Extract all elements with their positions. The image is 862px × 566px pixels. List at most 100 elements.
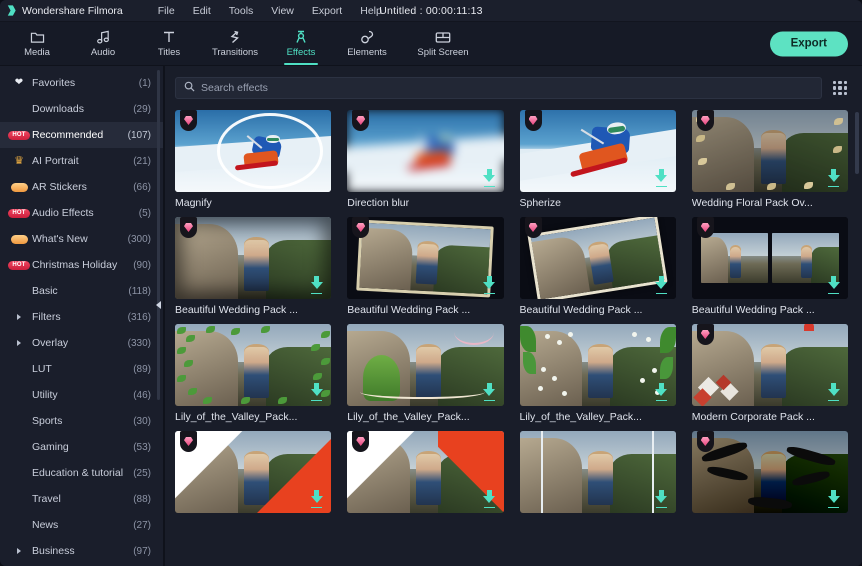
sidebar-item-ar-stickers[interactable]: AR Stickers (66) bbox=[0, 174, 163, 200]
tab-audio[interactable]: Audio bbox=[70, 23, 136, 65]
effect-thumbnail[interactable] bbox=[175, 110, 332, 192]
effects-grid: Magnify Direction blur Spherize Wedding … bbox=[175, 110, 848, 526]
sidebar-item-whats-new[interactable]: What's New (300) bbox=[0, 226, 163, 252]
effect-card[interactable]: Lily_of_the_Valley_Pack... bbox=[175, 324, 332, 431]
effect-thumbnail[interactable] bbox=[347, 217, 504, 299]
effect-card[interactable]: Magnify bbox=[175, 110, 332, 217]
effect-card[interactable]: Direction blur bbox=[347, 110, 504, 217]
effect-card[interactable]: Beautiful Wedding Pack ... bbox=[691, 217, 848, 324]
menu-item-file[interactable]: File bbox=[149, 5, 184, 17]
download-icon[interactable] bbox=[483, 169, 496, 187]
sidebar-item-ai-portrait[interactable]: ♛ AI Portrait (21) bbox=[0, 148, 163, 174]
effect-card[interactable] bbox=[691, 431, 848, 526]
sidebar-label: Christmas Holiday bbox=[32, 259, 118, 271]
effect-card[interactable]: Beautiful Wedding Pack ... bbox=[175, 217, 332, 324]
download-icon[interactable] bbox=[310, 383, 323, 401]
main-toolbar: Media Audio Titles Transitions Effects E… bbox=[0, 22, 862, 66]
sidebar-item-basic[interactable]: Basic (118) bbox=[0, 278, 163, 304]
sidebar-item-education-tutorial[interactable]: Education & tutorial (25) bbox=[0, 460, 163, 486]
sidebar-item-gaming[interactable]: Gaming (53) bbox=[0, 434, 163, 460]
download-icon[interactable] bbox=[655, 276, 668, 294]
menu-item-edit[interactable]: Edit bbox=[184, 5, 220, 17]
sidebar-item-sports[interactable]: Sports (30) bbox=[0, 408, 163, 434]
sidebar-item-overlay[interactable]: Overlay (330) bbox=[0, 330, 163, 356]
chevron-right-icon[interactable] bbox=[6, 548, 32, 554]
music-note-icon bbox=[96, 29, 111, 45]
export-button[interactable]: Export bbox=[769, 31, 848, 56]
effect-thumbnail[interactable] bbox=[691, 324, 848, 406]
effect-thumbnail[interactable] bbox=[175, 431, 332, 513]
tab-media[interactable]: Media bbox=[4, 23, 70, 65]
search-input[interactable] bbox=[201, 82, 813, 94]
effect-card[interactable]: Beautiful Wedding Pack ... bbox=[347, 217, 504, 324]
effect-card[interactable]: Modern Corporate Pack ... bbox=[691, 324, 848, 431]
effect-thumbnail[interactable] bbox=[519, 217, 676, 299]
sidebar-item-favorites[interactable]: ❤ Favorites (1) bbox=[0, 70, 163, 96]
sidebar-item-utility[interactable]: Utility (46) bbox=[0, 382, 163, 408]
effect-thumbnail[interactable] bbox=[347, 431, 504, 513]
effect-thumbnail[interactable] bbox=[519, 110, 676, 192]
effect-thumbnail[interactable] bbox=[691, 110, 848, 192]
download-icon[interactable] bbox=[483, 383, 496, 401]
download-icon[interactable] bbox=[827, 383, 840, 401]
effect-thumbnail[interactable] bbox=[347, 324, 504, 406]
effects-scrollbar[interactable] bbox=[855, 112, 859, 174]
download-icon[interactable] bbox=[655, 490, 668, 508]
tab-elements[interactable]: Elements bbox=[334, 23, 400, 65]
download-icon[interactable] bbox=[310, 276, 323, 294]
sidebar-label: AI Portrait bbox=[32, 155, 79, 167]
effect-thumbnail[interactable] bbox=[691, 431, 848, 513]
menu-item-view[interactable]: View bbox=[262, 5, 303, 17]
effect-thumbnail[interactable] bbox=[175, 324, 332, 406]
effect-card[interactable] bbox=[175, 431, 332, 526]
chevron-right-icon[interactable] bbox=[6, 314, 32, 320]
sidebar-item-recommended[interactable]: HOT Recommended (107) bbox=[0, 122, 163, 148]
sidebar-collapse-button[interactable] bbox=[154, 291, 163, 319]
grid-view-toggle-icon[interactable] bbox=[832, 80, 848, 96]
tab-transitions-label: Transitions bbox=[211, 47, 259, 58]
sidebar-item-lut[interactable]: LUT (89) bbox=[0, 356, 163, 382]
effect-thumbnail[interactable] bbox=[691, 217, 848, 299]
effect-card[interactable]: Spherize bbox=[519, 110, 676, 217]
download-icon[interactable] bbox=[655, 169, 668, 187]
menu-item-export[interactable]: Export bbox=[303, 5, 351, 17]
tab-split-screen[interactable]: Split Screen bbox=[400, 23, 486, 65]
effect-thumbnail[interactable] bbox=[175, 217, 332, 299]
chevron-right-icon[interactable] bbox=[6, 340, 32, 346]
effect-card[interactable]: Lily_of_the_Valley_Pack... bbox=[347, 324, 504, 431]
sidebar-item-travel[interactable]: Travel (88) bbox=[0, 486, 163, 512]
effect-label: Spherize bbox=[519, 197, 561, 209]
effect-card[interactable] bbox=[347, 431, 504, 526]
effect-thumbnail[interactable] bbox=[519, 431, 676, 513]
effect-card[interactable]: Beautiful Wedding Pack ... bbox=[519, 217, 676, 324]
effect-card[interactable] bbox=[519, 431, 676, 526]
effect-card[interactable]: Lily_of_the_Valley_Pack... bbox=[519, 324, 676, 431]
effect-thumbnail[interactable] bbox=[519, 324, 676, 406]
download-icon[interactable] bbox=[655, 383, 668, 401]
effects-grid-scroll-area[interactable]: Magnify Direction blur Spherize Wedding … bbox=[165, 110, 862, 566]
tab-transitions[interactable]: Transitions bbox=[202, 23, 268, 65]
pro-gem-badge-icon bbox=[524, 217, 542, 238]
tab-titles[interactable]: Titles bbox=[136, 23, 202, 65]
sidebar-item-filters[interactable]: Filters (316) bbox=[0, 304, 163, 330]
search-box[interactable] bbox=[175, 77, 822, 99]
download-icon[interactable] bbox=[827, 276, 840, 294]
tab-effects[interactable]: Effects bbox=[268, 23, 334, 65]
menu-item-tools[interactable]: Tools bbox=[220, 5, 263, 17]
menu-item-help[interactable]: Help bbox=[351, 5, 391, 17]
sidebar-item-christmas-holiday[interactable]: HOT Christmas Holiday (90) bbox=[0, 252, 163, 278]
photo-stack-frame bbox=[356, 219, 495, 297]
sidebar-count: (316) bbox=[127, 311, 151, 323]
sidebar-item-news[interactable]: News (27) bbox=[0, 512, 163, 538]
download-icon[interactable] bbox=[827, 169, 840, 187]
sidebar-item-downloads[interactable]: Downloads (29) bbox=[0, 96, 163, 122]
effect-card[interactable]: Wedding Floral Pack Ov... bbox=[691, 110, 848, 217]
download-icon[interactable] bbox=[827, 490, 840, 508]
sidebar-scrollbar[interactable] bbox=[157, 70, 160, 400]
download-icon[interactable] bbox=[483, 490, 496, 508]
effect-thumbnail[interactable] bbox=[347, 110, 504, 192]
download-icon[interactable] bbox=[310, 490, 323, 508]
download-icon[interactable] bbox=[483, 276, 496, 294]
sidebar-item-audio-effects[interactable]: HOT Audio Effects (5) bbox=[0, 200, 163, 226]
sidebar-item-business[interactable]: Business (97) bbox=[0, 538, 163, 564]
